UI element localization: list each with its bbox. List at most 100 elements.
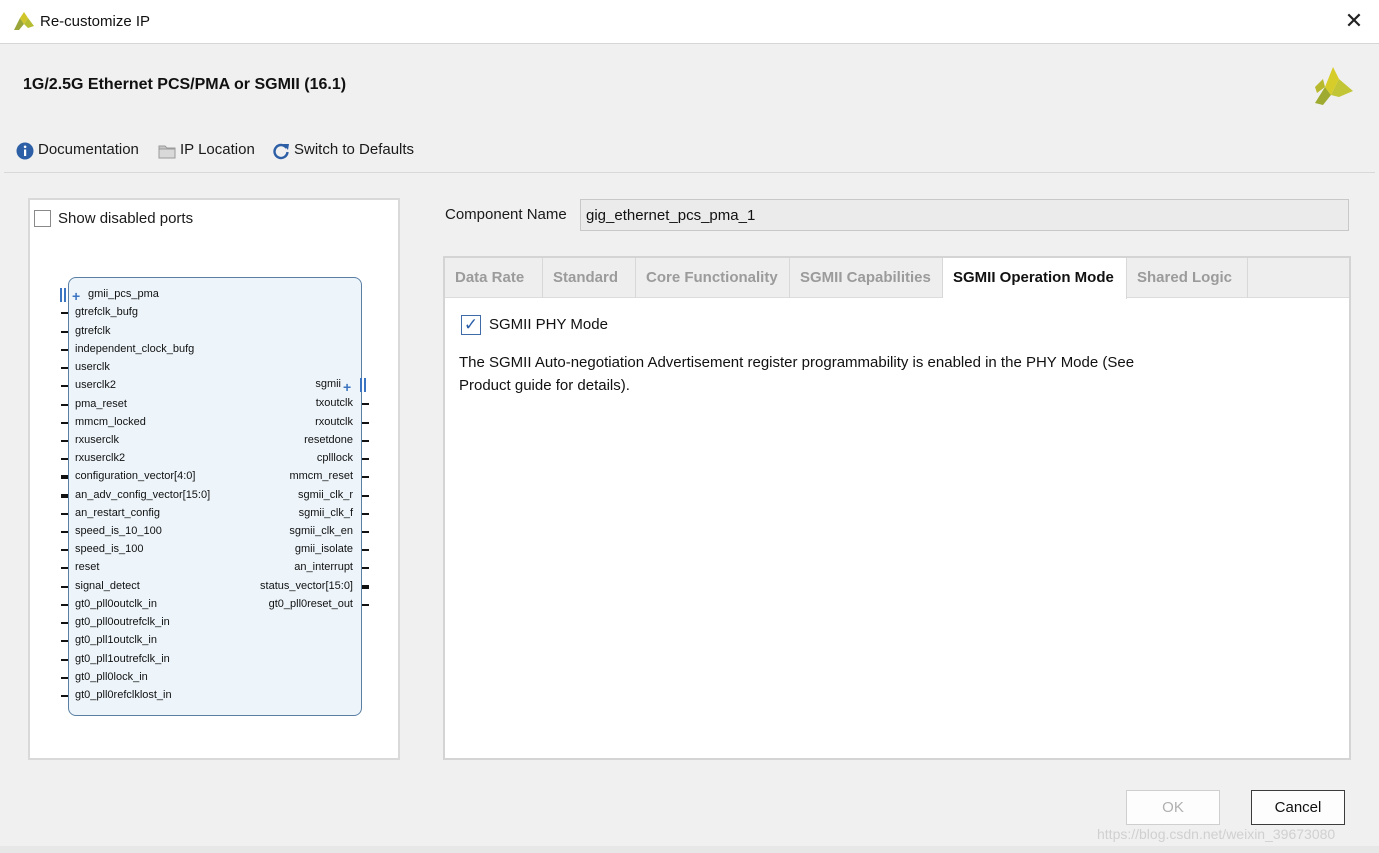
- port-left: gt0_pll0outrefclk_in: [75, 616, 170, 628]
- component-name-input[interactable]: [580, 199, 1349, 231]
- tab-standard[interactable]: Standard: [543, 258, 636, 298]
- pin-line: [61, 404, 68, 406]
- pin-line: [61, 331, 68, 333]
- documentation-label: Documentation: [38, 141, 139, 158]
- pin-line: [61, 640, 68, 642]
- port-left: speed_is_100: [75, 543, 144, 555]
- port-left: pma_reset: [75, 398, 127, 410]
- port-right: sgmii_clk_en: [289, 525, 353, 537]
- refresh-icon: [273, 143, 289, 160]
- ok-button[interactable]: OK: [1126, 790, 1220, 825]
- port-left: rxuserclk: [75, 434, 120, 446]
- port-left: gtrefclk_bufg: [75, 306, 138, 318]
- bus-pin-line: [362, 585, 369, 589]
- bus-interface-icon: [60, 288, 66, 302]
- tab-core-functionality[interactable]: Core Functionality: [636, 258, 790, 298]
- tab-bar: Data Rate Standard Core Functionality SG…: [445, 258, 1349, 299]
- dialog-body: Show disabled ports + gmii_pcs_pma gtref…: [4, 172, 1375, 850]
- ip-location-label: IP Location: [180, 141, 255, 158]
- port-right: gmii_isolate: [294, 543, 353, 555]
- description-line: Product guide for details).: [459, 377, 630, 394]
- tab-data-rate[interactable]: Data Rate: [445, 258, 543, 298]
- port-left: independent_clock_bufg: [75, 343, 195, 355]
- ip-header: 1G/2.5G Ethernet PCS/PMA or SGMII (16.1): [0, 45, 1379, 125]
- pin-line: [362, 531, 369, 533]
- pin-line: [362, 422, 369, 424]
- pin-line: [61, 367, 68, 369]
- port-right: sgmii_clk_f: [298, 507, 353, 519]
- pin-line: [61, 422, 68, 424]
- pin-line: [362, 440, 369, 442]
- pin-line: [362, 567, 369, 569]
- bus-pin-line: [61, 475, 68, 479]
- port-right: rxoutclk: [315, 416, 353, 428]
- pin-line: [362, 476, 369, 478]
- port-right: mmcm_reset: [289, 470, 353, 482]
- pin-line: [362, 458, 369, 460]
- pin-line: [61, 349, 68, 351]
- component-name-label: Component Name: [445, 206, 567, 223]
- port-left: mmcm_locked: [75, 416, 146, 428]
- pin-line: [362, 604, 369, 606]
- folder-icon: [158, 145, 176, 159]
- phy-mode-description: The SGMII Auto-negotiation Advertisement…: [459, 351, 1179, 397]
- switch-defaults-label: Switch to Defaults: [294, 141, 415, 158]
- port-left: an_restart_config: [75, 507, 160, 519]
- port-left: speed_is_10_100: [75, 525, 162, 537]
- pin-line: [61, 677, 68, 679]
- port-right: sgmii: [315, 378, 341, 390]
- pin-line: [362, 549, 369, 551]
- port-right: an_interrupt: [294, 561, 353, 573]
- port-left: gtrefclk: [75, 325, 111, 337]
- pin-line: [61, 312, 68, 314]
- port-left: rxuserclk2: [75, 452, 126, 464]
- port-left: signal_detect: [75, 580, 140, 592]
- pin-line: [61, 385, 68, 387]
- tab-sgmii-operation-mode[interactable]: SGMII Operation Mode: [943, 258, 1127, 299]
- pin-line: [61, 440, 68, 442]
- checkbox-box[interactable]: [34, 210, 51, 227]
- pin-line: [362, 495, 369, 497]
- bus-interface-icon: [360, 378, 366, 392]
- sgmii-phy-mode-label: SGMII PHY Mode: [489, 316, 608, 333]
- port-left: userclk: [75, 361, 110, 373]
- pin-line: [362, 513, 369, 515]
- pin-line: [61, 659, 68, 661]
- pin-line: [61, 549, 68, 551]
- close-icon[interactable]: ✕: [1344, 10, 1364, 32]
- expand-plus-icon[interactable]: +: [72, 289, 80, 303]
- ip-name: 1G/2.5G Ethernet PCS/PMA or SGMII (16.1): [23, 76, 347, 93]
- port-left: an_adv_config_vector[15:0]: [75, 489, 211, 501]
- info-icon: [16, 142, 34, 160]
- bus-pin-line: [61, 494, 68, 498]
- port-left: gt0_pll0outclk_in: [75, 598, 157, 610]
- xilinx-logo-icon: [1315, 67, 1353, 105]
- port-left: userclk2: [75, 379, 116, 391]
- expand-plus-icon[interactable]: +: [343, 380, 351, 394]
- port-left: gt0_pll1outclk_in: [75, 634, 157, 646]
- tab-content: ✓ SGMII PHY Mode The SGMII Auto-negotiat…: [445, 299, 1349, 758]
- port-left: reset: [75, 561, 100, 573]
- pin-line: [61, 458, 68, 460]
- port-right: cplllock: [316, 452, 353, 464]
- port-left: gt0_pll0lock_in: [75, 671, 148, 683]
- pin-line: [61, 695, 68, 697]
- cancel-button[interactable]: Cancel: [1251, 790, 1345, 825]
- port-right: sgmii_clk_r: [297, 489, 353, 501]
- port-left: configuration_vector[4:0]: [75, 470, 196, 482]
- pin-line: [61, 513, 68, 515]
- port-right: txoutclk: [315, 397, 353, 409]
- pin-line: [61, 531, 68, 533]
- toolbar: Documentation IP Location Switch to Defa…: [0, 130, 1379, 170]
- symbol-panel: Show disabled ports + gmii_pcs_pma gtref…: [28, 198, 400, 760]
- tab-shared-logic[interactable]: Shared Logic: [1127, 258, 1248, 298]
- port-left: gt0_pll0refclklost_in: [75, 689, 172, 701]
- port-right: status_vector[15:0]: [260, 580, 353, 592]
- pin-line: [61, 604, 68, 606]
- checkmark-icon[interactable]: ✓: [461, 315, 481, 335]
- pin-line: [362, 403, 369, 405]
- watermark-text: https://blog.csdn.net/weixin_39673080: [1097, 826, 1336, 842]
- tab-sgmii-capabilities[interactable]: SGMII Capabilities: [790, 258, 943, 298]
- pin-line: [61, 567, 68, 569]
- pin-line: [61, 586, 68, 588]
